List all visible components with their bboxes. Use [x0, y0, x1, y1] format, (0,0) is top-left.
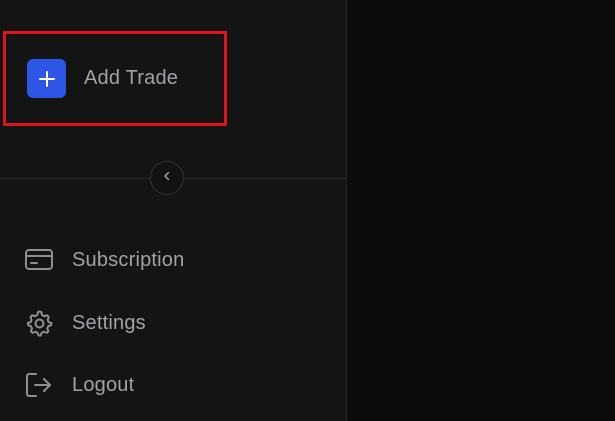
- sidebar-item-label: Settings: [72, 311, 146, 334]
- main-content: [348, 0, 615, 421]
- sidebar-item-label: Subscription: [72, 248, 185, 271]
- collapse-sidebar-button[interactable]: [150, 161, 184, 195]
- sidebar-item-label: Logout: [72, 373, 135, 396]
- sidebar: Add Trade Subscription Settings Logout: [0, 0, 347, 421]
- add-trade-button[interactable]: Add Trade: [3, 31, 227, 126]
- credit-card-icon: [24, 245, 54, 275]
- chevron-left-icon: [161, 169, 173, 187]
- sidebar-item-settings[interactable]: Settings: [24, 308, 146, 338]
- plus-icon: [27, 59, 66, 98]
- app-window: Add Trade Subscription Settings Logout: [0, 0, 615, 421]
- add-trade-label: Add Trade: [84, 67, 179, 89]
- sidebar-item-subscription[interactable]: Subscription: [24, 245, 184, 275]
- gear-icon: [24, 308, 54, 338]
- logout-icon: [24, 370, 54, 400]
- sidebar-item-logout[interactable]: Logout: [24, 370, 134, 400]
